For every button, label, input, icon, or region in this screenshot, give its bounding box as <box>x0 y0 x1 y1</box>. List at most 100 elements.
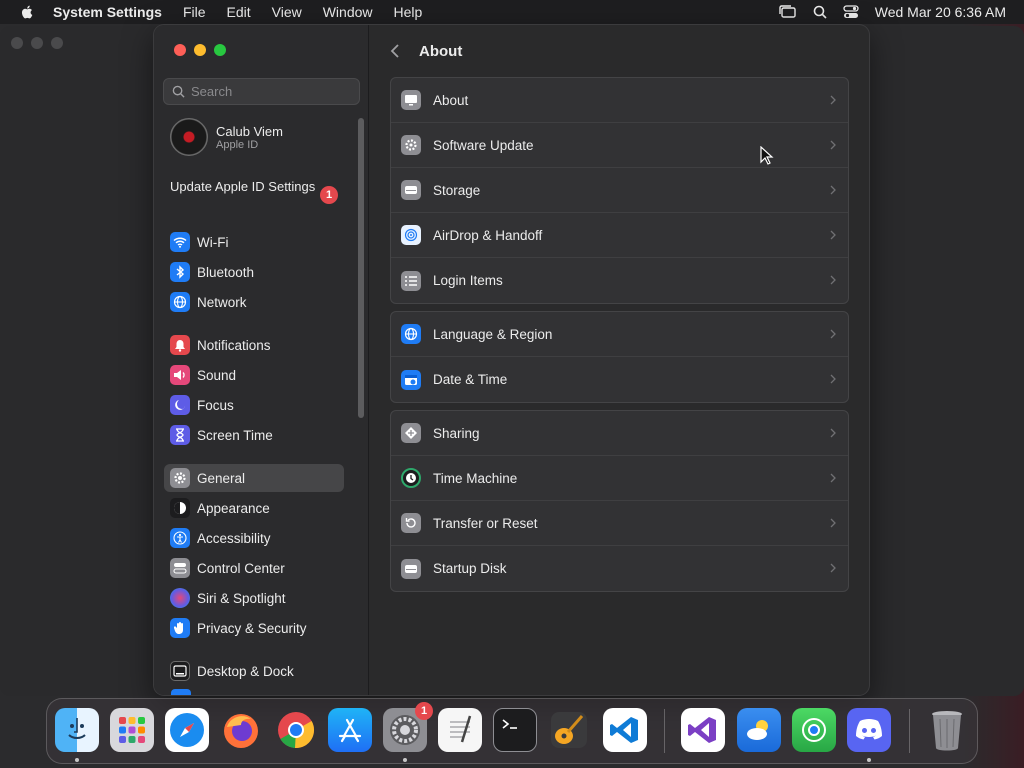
search-input[interactable] <box>191 84 341 99</box>
dock-app-chrome[interactable] <box>274 708 318 752</box>
firefox-icon <box>224 714 258 748</box>
row-airdrop-handoff[interactable]: AirDrop & Handoff <box>391 213 848 258</box>
menu-view[interactable]: View <box>272 4 302 20</box>
sidebar-item-label: Desktop & Dock <box>197 663 294 679</box>
sidebar-item-label: Appearance <box>197 500 270 516</box>
dock-app-discord[interactable] <box>847 708 891 752</box>
row-label: Login Items <box>433 273 503 288</box>
sidebar-item-general[interactable]: General <box>164 464 344 492</box>
row-sharing[interactable]: Sharing <box>391 411 848 456</box>
siri-icon <box>170 588 190 608</box>
account-subtitle: Apple ID <box>216 138 259 151</box>
settings-group-1: About Software Update Storage AirDrop & … <box>390 77 849 304</box>
update-apple-id-settings[interactable]: Update Apple ID Settings <box>170 179 340 195</box>
row-date-time[interactable]: Date & Time <box>391 357 848 402</box>
terminal-icon <box>502 719 517 729</box>
discord-icon <box>856 719 882 740</box>
settings-group-2: Language & Region Date & Time <box>390 311 849 403</box>
row-login-items[interactable]: Login Items <box>391 258 848 303</box>
gear-update-icon <box>401 135 421 155</box>
background-window-controls <box>11 37 63 49</box>
sidebar-item-wifi[interactable]: Wi-Fi <box>164 228 344 256</box>
sidebar-item-label: Siri & Spotlight <box>197 590 286 606</box>
dock-app-launchpad[interactable] <box>110 708 154 752</box>
row-label: AirDrop & Handoff <box>433 227 543 243</box>
spotlight-search-icon[interactable] <box>813 5 827 19</box>
running-indicator <box>75 758 79 762</box>
close-button[interactable] <box>174 44 186 56</box>
sidebar-item-accessibility[interactable]: Accessibility <box>164 524 344 552</box>
dock-app-visual-studio[interactable] <box>681 708 725 752</box>
menu-window[interactable]: Window <box>323 4 373 20</box>
chevron-right-icon <box>830 428 836 438</box>
sidebar-item-privacy-security[interactable]: Privacy & Security <box>164 614 344 642</box>
sidebar-item-notifications[interactable]: Notifications <box>164 331 344 359</box>
row-label: About <box>433 92 469 108</box>
dock-app-safari[interactable] <box>165 708 209 752</box>
apple-menu-icon[interactable] <box>17 4 37 20</box>
dock-app-vscode[interactable] <box>603 708 647 752</box>
stage-manager-icon[interactable] <box>779 5 797 19</box>
launchpad-grid-icon <box>119 717 145 743</box>
sidebar-item-appearance[interactable]: Appearance <box>164 494 344 522</box>
search-field[interactable] <box>163 78 360 105</box>
row-transfer-reset[interactable]: Transfer or Reset <box>391 501 848 546</box>
app-menu[interactable]: System Settings <box>53 4 162 20</box>
hand-icon <box>170 618 190 638</box>
sidebar-item-focus[interactable]: Focus <box>164 391 344 419</box>
airdrop-icon <box>401 225 421 245</box>
sidebar-item-label: General <box>197 470 246 486</box>
menu-edit[interactable]: Edit <box>227 4 251 20</box>
apple-id-account[interactable]: Calub Viem Apple ID <box>170 118 283 156</box>
menubar-clock[interactable]: Wed Mar 20 6:36 AM <box>875 4 1006 20</box>
window-controls <box>174 44 226 56</box>
sidebar-item-label: Notifications <box>197 337 271 353</box>
sidebar-scrollbar[interactable] <box>358 118 364 418</box>
dock-app-system-settings[interactable]: 1 <box>383 702 433 752</box>
row-label: Sharing <box>433 425 480 441</box>
dock-app-finder[interactable] <box>55 708 99 752</box>
vscode-icon <box>610 717 638 743</box>
dock-trash[interactable] <box>925 708 969 752</box>
sidebar-item-network[interactable]: Network <box>164 288 344 316</box>
sidebar-item-screen-time[interactable]: Screen Time <box>164 421 344 449</box>
sidebar-item-sound[interactable]: Sound <box>164 361 344 389</box>
running-indicator <box>867 758 871 762</box>
dock-app-textedit[interactable] <box>438 708 482 752</box>
row-software-update[interactable]: Software Update <box>391 123 848 168</box>
back-button[interactable] <box>385 41 405 61</box>
mouse-cursor-icon <box>760 146 774 165</box>
sidebar-item-label: Screen Time <box>197 427 273 443</box>
appearance-icon <box>170 498 190 518</box>
dock-app-firefox[interactable] <box>219 708 263 752</box>
row-startup-disk[interactable]: Startup Disk <box>391 546 848 591</box>
row-storage[interactable]: Storage <box>391 168 848 213</box>
dock-app-garageband[interactable] <box>547 708 591 752</box>
sidebar-item-control-center[interactable]: Control Center <box>164 554 344 582</box>
row-time-machine[interactable]: Time Machine <box>391 456 848 501</box>
notification-badge: 1 <box>320 186 338 204</box>
row-label: Date & Time <box>433 372 508 387</box>
textedit-icon <box>450 715 472 743</box>
globe-icon <box>401 324 421 344</box>
avatar <box>170 118 208 156</box>
sidebar-item-siri-spotlight[interactable]: Siri & Spotlight <box>164 584 344 612</box>
row-about[interactable]: About <box>391 78 848 123</box>
row-language-region[interactable]: Language & Region <box>391 312 848 357</box>
menu-help[interactable]: Help <box>394 4 423 20</box>
control-center-icon[interactable] <box>843 5 859 19</box>
dock-app-weather[interactable] <box>737 708 781 752</box>
dock-app-find-my[interactable] <box>792 708 836 752</box>
dock-app-app-store[interactable] <box>328 708 372 752</box>
dock-app-terminal[interactable] <box>493 708 537 752</box>
bell-icon <box>170 335 190 355</box>
trash-icon <box>932 711 962 751</box>
wifi-icon <box>170 232 190 252</box>
minimize-button[interactable] <box>194 44 206 56</box>
account-name: Calub Viem <box>216 123 283 139</box>
sidebar-item-bluetooth[interactable]: Bluetooth <box>164 258 344 286</box>
menu-file[interactable]: File <box>183 4 206 20</box>
row-label: Time Machine <box>433 470 518 486</box>
zoom-button[interactable] <box>214 44 226 56</box>
sidebar-item-desktop-dock[interactable]: Desktop & Dock <box>164 657 344 685</box>
